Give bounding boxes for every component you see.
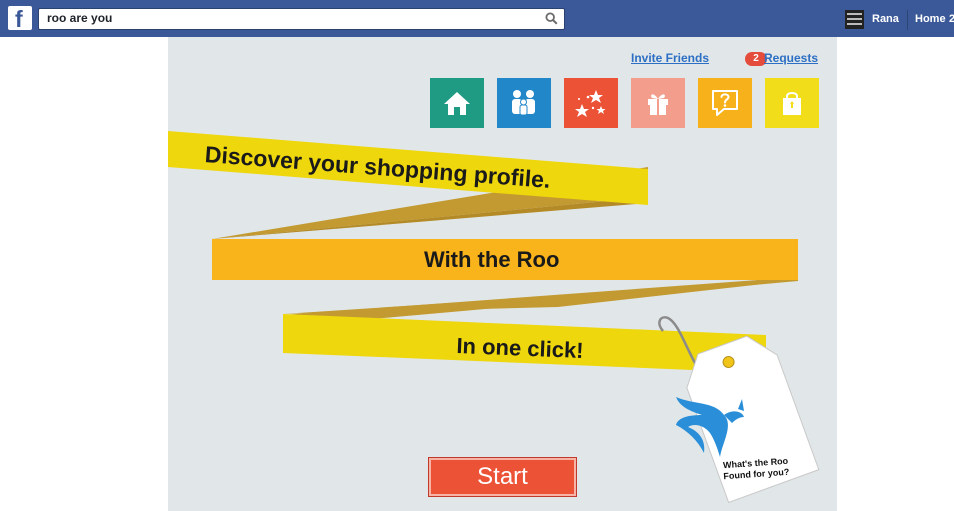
profile-link[interactable]: Rana [872, 13, 899, 25]
home-link[interactable]: Home [915, 13, 946, 25]
ribbon-graphic [168, 131, 820, 504]
avatar[interactable] [845, 10, 864, 29]
start-button[interactable]: Start [429, 458, 576, 496]
nav-divider [907, 10, 908, 30]
search-box[interactable]: roo are you [38, 8, 565, 30]
home-count: 2 [949, 13, 954, 25]
banner-one-click: In one click! [455, 333, 585, 364]
search-input[interactable]: roo are you [47, 11, 112, 25]
app-canvas: Invite Friends 2 Requests Discover your … [168, 37, 837, 511]
facebook-logo[interactable]: f [8, 6, 32, 32]
facebook-top-bar: f roo are you Rana Home 2 [0, 0, 954, 37]
facebook-logo-letter: f [15, 6, 23, 32]
banner-with-roo: With the Roo [424, 247, 560, 272]
search-icon[interactable] [545, 12, 558, 30]
